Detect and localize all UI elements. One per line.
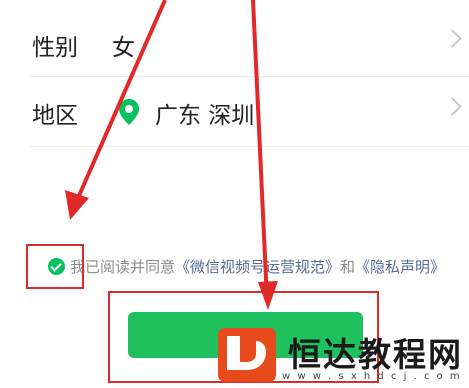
arrow-head-left	[65, 190, 89, 220]
arrow-line-right	[251, 0, 269, 301]
watermark-url: w w w . s x h d c j . c o m	[282, 371, 462, 382]
arrow-head-right	[258, 281, 278, 310]
watermark-logo	[218, 328, 276, 382]
watermark-title: 恒达教程网	[288, 335, 463, 374]
arrow-line-left	[76, 0, 167, 199]
